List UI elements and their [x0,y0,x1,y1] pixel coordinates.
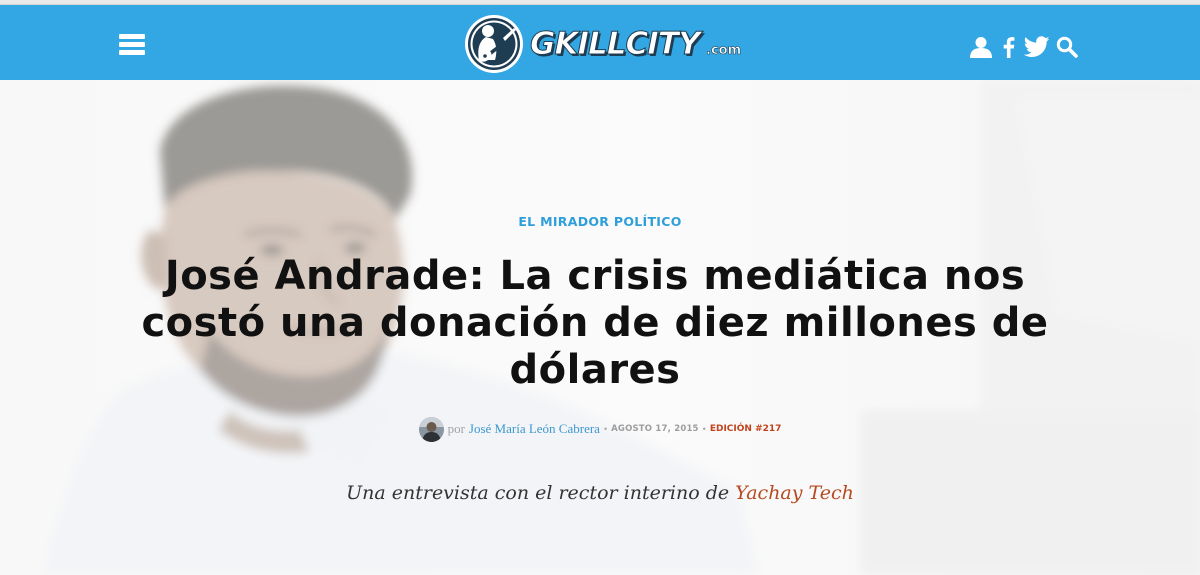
byline-prefix: por [447,421,465,436]
author-name-link[interactable]: José María León Cabrera [469,421,600,437]
site-logo[interactable]: GKILLCITY .com [464,14,754,74]
guitarist-logo-icon [465,15,523,73]
author-avatar[interactable] [418,416,444,442]
article-hero: EL MIRADOR POLÍTICO José Andrade: La cri… [0,80,1200,575]
article-title: José Andrade: La crisis mediática nos co… [100,253,1090,394]
logo-domain: .com [706,43,742,59]
article-title-line-3: dólares [509,347,681,393]
site-navbar: GKILLCITY .com [0,5,1200,80]
dek-link-yachay-tech[interactable]: Yachay Tech [735,482,854,504]
search-icon[interactable] [1056,36,1078,58]
edition-link[interactable]: EDICIÓN #217 [710,424,782,434]
publish-date: AGOSTO 17, 2015 [611,424,699,434]
article-category[interactable]: EL MIRADOR POLÍTICO [0,214,1200,229]
byline-separator: • [603,424,608,434]
article-byline: por José María León Cabrera • AGOSTO 17,… [0,415,1200,443]
dek-text: Una entrevista con el rector interino de [346,482,736,504]
byline-separator: • [702,424,706,434]
article-title-line-2: costó una donación de diez millones de [141,300,1049,346]
article-title-line-1: José Andrade: La crisis mediática nos [164,253,1026,299]
article-dek: Una entrevista con el rector interino de… [0,482,1200,504]
facebook-icon[interactable] [1002,36,1015,58]
user-icon[interactable] [969,36,993,58]
hamburger-menu-icon[interactable] [119,34,145,56]
logo-wordmark: GKILLCITY [529,26,700,63]
twitter-icon[interactable] [1024,36,1050,58]
